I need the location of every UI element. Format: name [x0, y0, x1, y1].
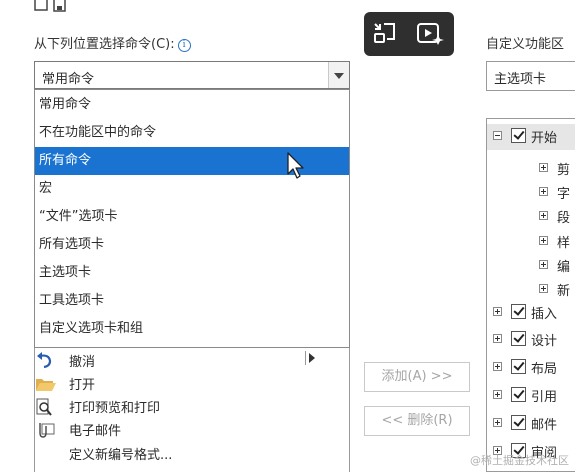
tree-item-references[interactable]: 引用 [487, 383, 575, 409]
checkbox-checked[interactable] [511, 387, 526, 402]
dropdown-option[interactable]: 自定义选项卡和组 [35, 315, 349, 343]
commands-list: 撤消 打开 打印预览和打印 电子邮件 定义新编号格式... [34, 348, 350, 472]
dropdown-option[interactable]: 主选项卡 [35, 259, 349, 287]
ribbon-tree: 开始 剪 字 段 样 编 新 插入 设计 布局 引用 邮件 审阅 [486, 118, 575, 472]
tree-item-child[interactable]: 字 [487, 180, 575, 206]
collapse-icon[interactable] [493, 131, 502, 140]
expand-icon[interactable] [539, 260, 548, 269]
list-item[interactable]: 定义新编号格式... [35, 441, 335, 467]
customize-ribbon-label: 自定义功能区 [486, 37, 565, 52]
choose-commands-text: 从下列位置选择命令(C): [34, 37, 175, 52]
folder-open-icon [35, 375, 56, 393]
print-preview-icon [35, 398, 55, 416]
tree-label: 剪 [557, 163, 571, 178]
tree-label: 布局 [531, 362, 558, 377]
exit-fullscreen-icon[interactable] [372, 21, 398, 47]
checkbox-checked[interactable] [511, 415, 526, 430]
tree-item-layout[interactable]: 布局 [487, 355, 575, 381]
tree-label: 样 [557, 236, 571, 251]
chevron-down-icon[interactable] [328, 62, 349, 88]
tree-label: 设计 [531, 334, 558, 349]
tree-item-insert[interactable]: 插入 [487, 300, 575, 326]
tree-item-home[interactable]: 开始 [487, 124, 575, 150]
tree-label: 段 [557, 211, 571, 226]
add-button[interactable]: 添加(A) >> [364, 362, 470, 392]
checkbox-checked[interactable] [511, 128, 526, 143]
checkbox-checked[interactable] [511, 331, 526, 346]
expand-icon[interactable] [539, 284, 548, 293]
tree-item-child[interactable]: 编 [487, 253, 575, 279]
expand-icon[interactable] [493, 390, 502, 399]
tree-item-mailings[interactable]: 邮件 [487, 411, 575, 437]
dropdown-option[interactable]: 常用命令 [35, 91, 349, 119]
expand-icon[interactable] [493, 418, 502, 427]
save-icon [34, 0, 66, 12]
remove-button[interactable]: << 删除(R) [364, 406, 470, 436]
expand-icon[interactable] [539, 163, 548, 172]
tree-item-design[interactable]: 设计 [487, 327, 575, 353]
expand-icon[interactable] [493, 334, 502, 343]
choose-commands-label: 从下列位置选择命令(C): i [34, 33, 191, 52]
dropdown-option[interactable]: 工具选项卡 [35, 287, 349, 315]
chevron-right-icon [305, 351, 316, 365]
ribbon-tabs-select[interactable]: 主选项卡 [486, 61, 575, 91]
info-icon[interactable]: i [177, 39, 191, 52]
commands-source-dropdown: 常用命令 不在功能区中的命令 所有命令 宏 “文件”选项卡 所有选项卡 主选项卡… [34, 89, 350, 348]
tree-item-child[interactable]: 剪 [487, 156, 575, 182]
tree-label: 编 [557, 260, 571, 275]
commands-source-value: 常用命令 [42, 72, 95, 87]
list-item[interactable]: 电子邮件 [35, 417, 335, 443]
video-overlay-toolbar [364, 12, 454, 56]
checkbox-checked[interactable] [511, 304, 526, 319]
tree-label: 开始 [531, 131, 558, 146]
tree-label: 引用 [531, 390, 558, 405]
tree-label: 字 [557, 187, 571, 202]
email-attach-icon [35, 421, 55, 439]
tree-label: 邮件 [531, 418, 558, 433]
expand-icon[interactable] [493, 362, 502, 371]
tree-item-child[interactable]: 样 [487, 229, 575, 255]
command-label: 电子邮件 [69, 424, 122, 439]
undo-icon [35, 352, 55, 370]
command-label: 打印预览和打印 [69, 401, 161, 416]
watermark: @稀土掘金技术社区 [470, 454, 569, 467]
expand-icon[interactable] [493, 307, 502, 316]
dropdown-option[interactable]: 不在功能区中的命令 [35, 119, 349, 147]
expand-icon[interactable] [539, 187, 548, 196]
ai-play-icon[interactable] [416, 21, 444, 47]
commands-source-select[interactable]: 常用命令 [34, 61, 350, 89]
expand-icon[interactable] [539, 211, 548, 220]
checkbox-checked[interactable] [511, 359, 526, 374]
command-label: 撤消 [69, 355, 96, 370]
command-label: 定义新编号格式... [69, 448, 173, 463]
ribbon-tabs-value: 主选项卡 [494, 72, 547, 87]
tree-item-child[interactable]: 段 [487, 204, 575, 230]
tree-label: 插入 [531, 307, 558, 322]
dropdown-option[interactable]: “文件”选项卡 [35, 203, 349, 231]
expand-icon[interactable] [539, 236, 548, 245]
dropdown-option[interactable]: 所有选项卡 [35, 231, 349, 259]
mouse-cursor-icon [286, 152, 306, 180]
numbering-icon [35, 445, 55, 463]
tree-label: 新 [557, 284, 571, 299]
command-label: 打开 [69, 378, 96, 393]
